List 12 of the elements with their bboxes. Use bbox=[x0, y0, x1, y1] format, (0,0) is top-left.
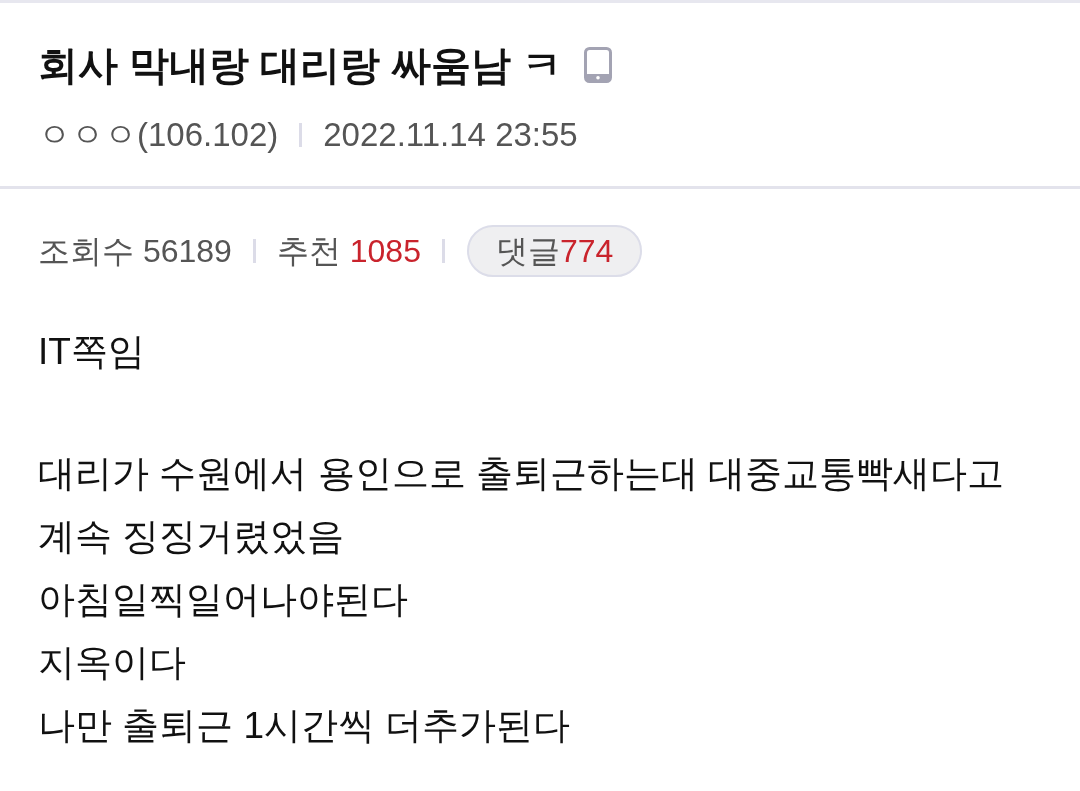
post-body-line: 나만 출퇴근 1시간씩 더추가된다 bbox=[38, 704, 571, 748]
view-count: 조회수 56189 bbox=[38, 232, 232, 271]
post-title: 회사 막내랑 대리랑 싸움남 ㅋ bbox=[38, 42, 562, 89]
post-body-line: IT쪽임 bbox=[38, 330, 145, 374]
author-name: ㅇㅇㅇ(106.102) bbox=[38, 115, 279, 155]
post-body-line: 지옥이다 bbox=[38, 641, 186, 685]
recommend-count: 추천 1085 bbox=[276, 232, 421, 271]
post-body-line: 대리가 수원에서 용인으로 출퇴근하는대 대중교통빡새다고 bbox=[38, 452, 1005, 496]
post-body-line: 아침일찍일어나야된다 bbox=[38, 578, 408, 622]
comment-count-button[interactable]: 댓글774 bbox=[466, 225, 643, 277]
post-date: 2022.11.14 23:55 bbox=[323, 115, 578, 155]
post-body-line: 계속 징징거렸었음 bbox=[38, 515, 345, 559]
